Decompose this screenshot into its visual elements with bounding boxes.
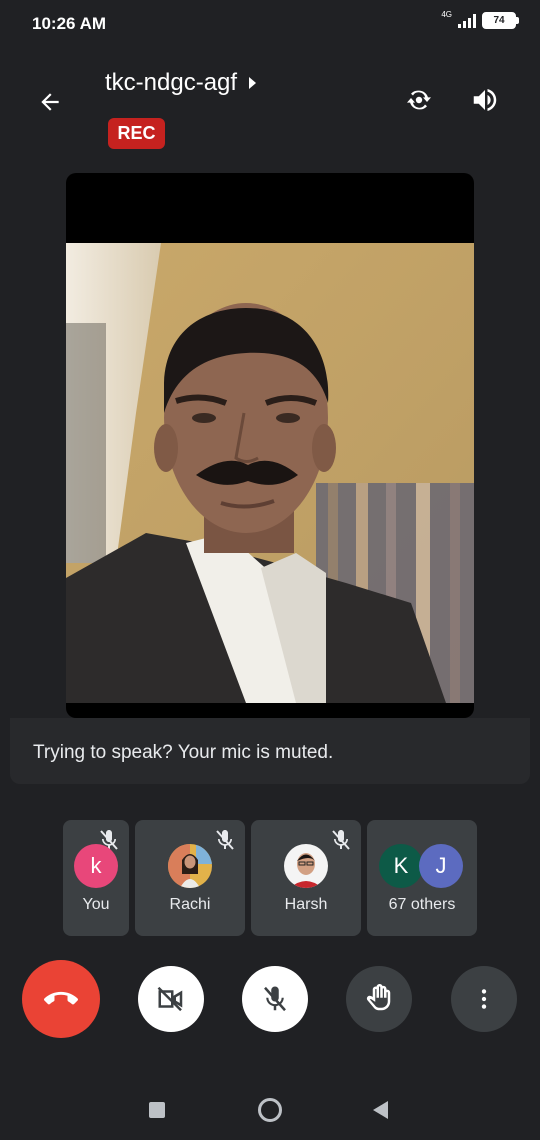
avatar <box>284 844 328 888</box>
avatar <box>168 844 212 888</box>
meeting-title-button[interactable]: tkc-ndgc-agf <box>105 69 257 97</box>
switch-camera-icon <box>407 90 431 110</box>
mic-muted-notice: Trying to speak? Your mic is muted. <box>10 718 530 784</box>
camera-off-icon <box>157 986 183 1012</box>
meeting-code: tkc-ndgc-agf <box>105 69 238 96</box>
back-button[interactable] <box>30 82 70 122</box>
back-arrow-icon <box>41 93 59 111</box>
avatar: K <box>379 844 423 888</box>
signal-icon <box>458 13 476 28</box>
raise-hand-icon <box>366 984 391 1011</box>
network-type-label: 4G <box>441 10 452 19</box>
nav-back-button[interactable] <box>364 1094 396 1126</box>
participants-strip: k You Rachi Harsh K J 67 others <box>0 820 540 936</box>
end-call-icon <box>44 991 78 1005</box>
mic-off-icon <box>264 986 286 1012</box>
status-bar: 10:26 AM 4G 74 <box>0 0 540 46</box>
mic-muted-text: Trying to speak? Your mic is muted. <box>33 742 334 763</box>
participant-name: You <box>82 896 110 913</box>
switch-camera-button[interactable] <box>399 80 439 120</box>
battery-icon: 74 <box>482 12 519 29</box>
recording-badge: REC <box>108 118 165 149</box>
status-indicators: 4G 74 <box>441 10 519 29</box>
system-nav-bar <box>0 1080 540 1140</box>
recents-button[interactable] <box>141 1094 173 1126</box>
raise-hand-button[interactable] <box>346 966 412 1032</box>
home-button[interactable] <box>254 1094 286 1126</box>
camera-toggle-button[interactable] <box>138 966 204 1032</box>
caret-right-icon <box>249 77 257 89</box>
home-icon <box>258 1098 282 1122</box>
participant-name: Rachi <box>169 896 211 913</box>
participant-video <box>66 243 474 703</box>
participant-tile-others[interactable]: K J 67 others <box>367 820 477 936</box>
participant-name: 67 others <box>388 896 456 913</box>
participant-tile-rachi[interactable]: Rachi <box>135 820 245 936</box>
more-options-icon <box>481 989 487 1009</box>
status-time: 10:26 AM <box>32 14 107 33</box>
mic-off-icon <box>216 830 234 850</box>
mic-toggle-button[interactable] <box>242 966 308 1032</box>
speaker-button[interactable] <box>465 80 505 120</box>
mic-off-icon <box>332 830 350 850</box>
speaker-icon <box>473 89 497 111</box>
main-video-tile[interactable] <box>66 173 474 718</box>
avatar: J <box>419 844 463 888</box>
recents-icon <box>149 1102 165 1118</box>
back-icon <box>372 1101 388 1119</box>
avatar: k <box>74 844 118 888</box>
end-call-button[interactable] <box>22 960 100 1038</box>
call-controls <box>0 960 540 1040</box>
participant-tile-harsh[interactable]: Harsh <box>251 820 361 936</box>
more-options-button[interactable] <box>451 966 517 1032</box>
participant-tile-you[interactable]: k You <box>63 820 129 936</box>
participant-name: Harsh <box>284 896 328 913</box>
